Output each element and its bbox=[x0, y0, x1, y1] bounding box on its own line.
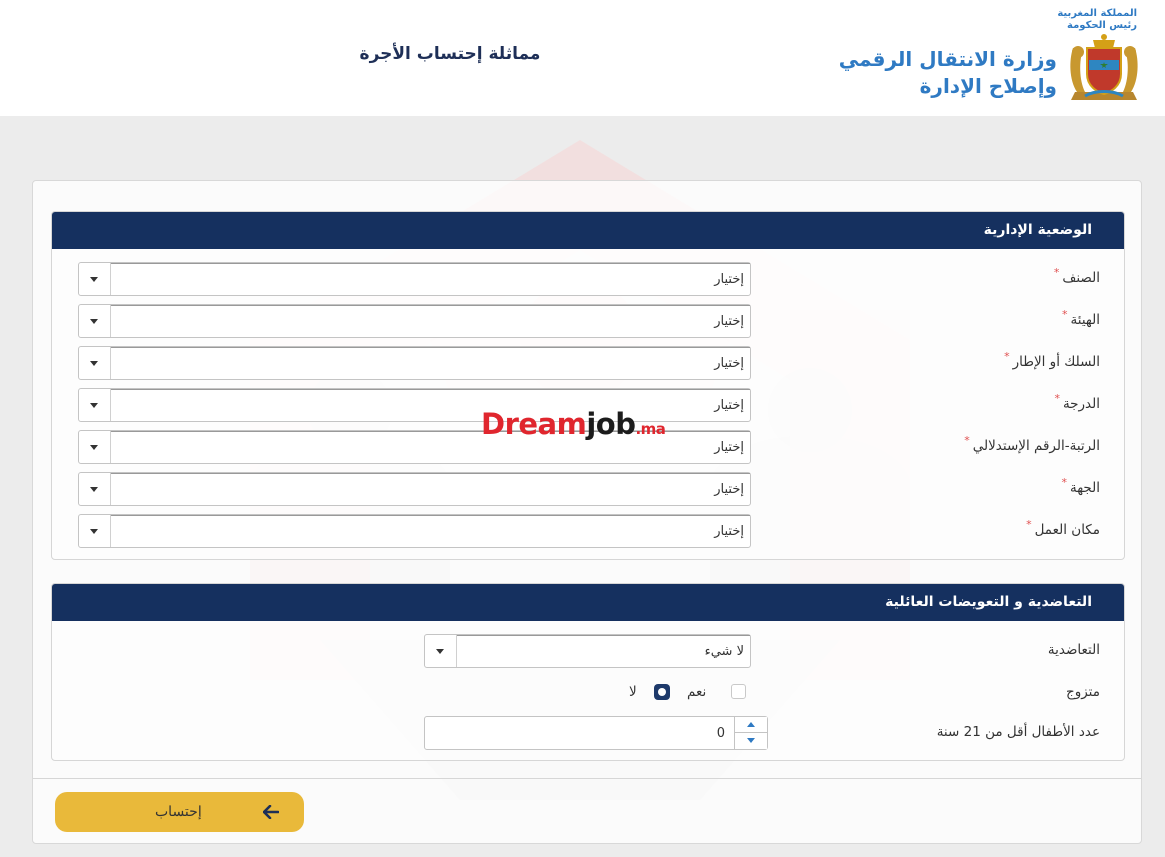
caret-down-icon bbox=[436, 649, 444, 654]
field-row-workplace: مكان العمل* إختيار bbox=[52, 514, 1126, 548]
field-label: الرتبة-الرقم الإستدلالي* bbox=[964, 434, 1100, 454]
body-select[interactable]: إختيار bbox=[78, 304, 751, 338]
main-card: الوضعية الإدارية الصنف* إختيار الهيئة* إ… bbox=[32, 180, 1142, 844]
category-select[interactable]: إختيار bbox=[78, 262, 751, 296]
ministry-line-2: وإصلاح الإدارة bbox=[919, 74, 1057, 98]
caret-down-icon bbox=[90, 277, 98, 282]
kingdom-text: المملكة المغربية رئيس الحكومة bbox=[1057, 8, 1137, 32]
ministry-name: وزارة الانتقال الرقمي وإصلاح الإدارة bbox=[839, 46, 1057, 100]
mutual-select[interactable]: لا شيء bbox=[424, 634, 751, 668]
caret-down-icon bbox=[90, 529, 98, 534]
corps-select[interactable]: إختيار bbox=[78, 346, 751, 380]
option-no-label: لا bbox=[629, 684, 637, 700]
field-label: السلك أو الإطار* bbox=[1004, 350, 1100, 370]
calculate-label: إحتساب bbox=[155, 803, 202, 819]
decrement-icon[interactable] bbox=[735, 733, 767, 749]
married-no-radio[interactable] bbox=[654, 684, 670, 700]
caret-down-icon bbox=[90, 403, 98, 408]
married-row: متزوج نعم لا bbox=[52, 676, 1126, 710]
page-title: مماثلة إحتساب الأجرة bbox=[359, 44, 541, 64]
family-panel-title: التعاضدية و التعويضات العائلية bbox=[52, 584, 1124, 621]
option-yes-label: نعم bbox=[687, 684, 707, 700]
caret-down-icon bbox=[90, 361, 98, 366]
increment-icon[interactable] bbox=[735, 717, 767, 733]
field-row-corps: السلك أو الإطار* إختيار bbox=[52, 346, 1126, 380]
field-label: الهيئة* bbox=[1062, 308, 1100, 328]
admin-situation-panel: الوضعية الإدارية الصنف* إختيار الهيئة* إ… bbox=[51, 211, 1125, 560]
family-benefits-panel: التعاضدية و التعويضات العائلية التعاضدية… bbox=[51, 583, 1125, 761]
field-label: الصنف* bbox=[1053, 266, 1100, 286]
children-row: عدد الأطفال أقل من 21 سنة 0 bbox=[52, 716, 1126, 750]
dreamjob-watermark: Dreamjob.ma bbox=[481, 407, 666, 441]
footer-divider bbox=[33, 778, 1141, 779]
caret-down-icon bbox=[90, 487, 98, 492]
field-label: الجهة* bbox=[1061, 476, 1100, 496]
arrow-left-icon bbox=[263, 805, 279, 819]
admin-panel-title: الوضعية الإدارية bbox=[52, 212, 1124, 249]
kingdom-line-1: المملكة المغربية bbox=[1057, 8, 1137, 19]
married-yes-checkbox[interactable] bbox=[731, 684, 746, 699]
mutual-row: التعاضدية لا شيء bbox=[52, 634, 1126, 668]
caret-down-icon bbox=[90, 319, 98, 324]
field-label: مكان العمل* bbox=[1026, 518, 1100, 538]
page-header: مماثلة إحتساب الأجرة وزارة الانتقال الرق… bbox=[0, 0, 1165, 116]
field-row-region: الجهة* إختيار bbox=[52, 472, 1126, 506]
mutual-label: التعاضدية bbox=[1047, 642, 1100, 658]
caret-down-icon bbox=[90, 445, 98, 450]
region-select[interactable]: إختيار bbox=[78, 472, 751, 506]
field-label: الدرجة* bbox=[1054, 392, 1100, 412]
married-label: متزوج bbox=[1066, 684, 1100, 700]
field-row-body: الهيئة* إختيار bbox=[52, 304, 1126, 338]
royal-emblem-icon bbox=[1070, 34, 1138, 100]
calculate-button[interactable]: إحتساب bbox=[55, 792, 304, 832]
field-row-category: الصنف* إختيار bbox=[52, 262, 1126, 296]
children-count-input[interactable]: 0 bbox=[424, 716, 768, 750]
workplace-select[interactable]: إختيار bbox=[78, 514, 751, 548]
ministry-line-1: وزارة الانتقال الرقمي bbox=[838, 47, 1057, 71]
children-label: عدد الأطفال أقل من 21 سنة bbox=[936, 724, 1100, 740]
